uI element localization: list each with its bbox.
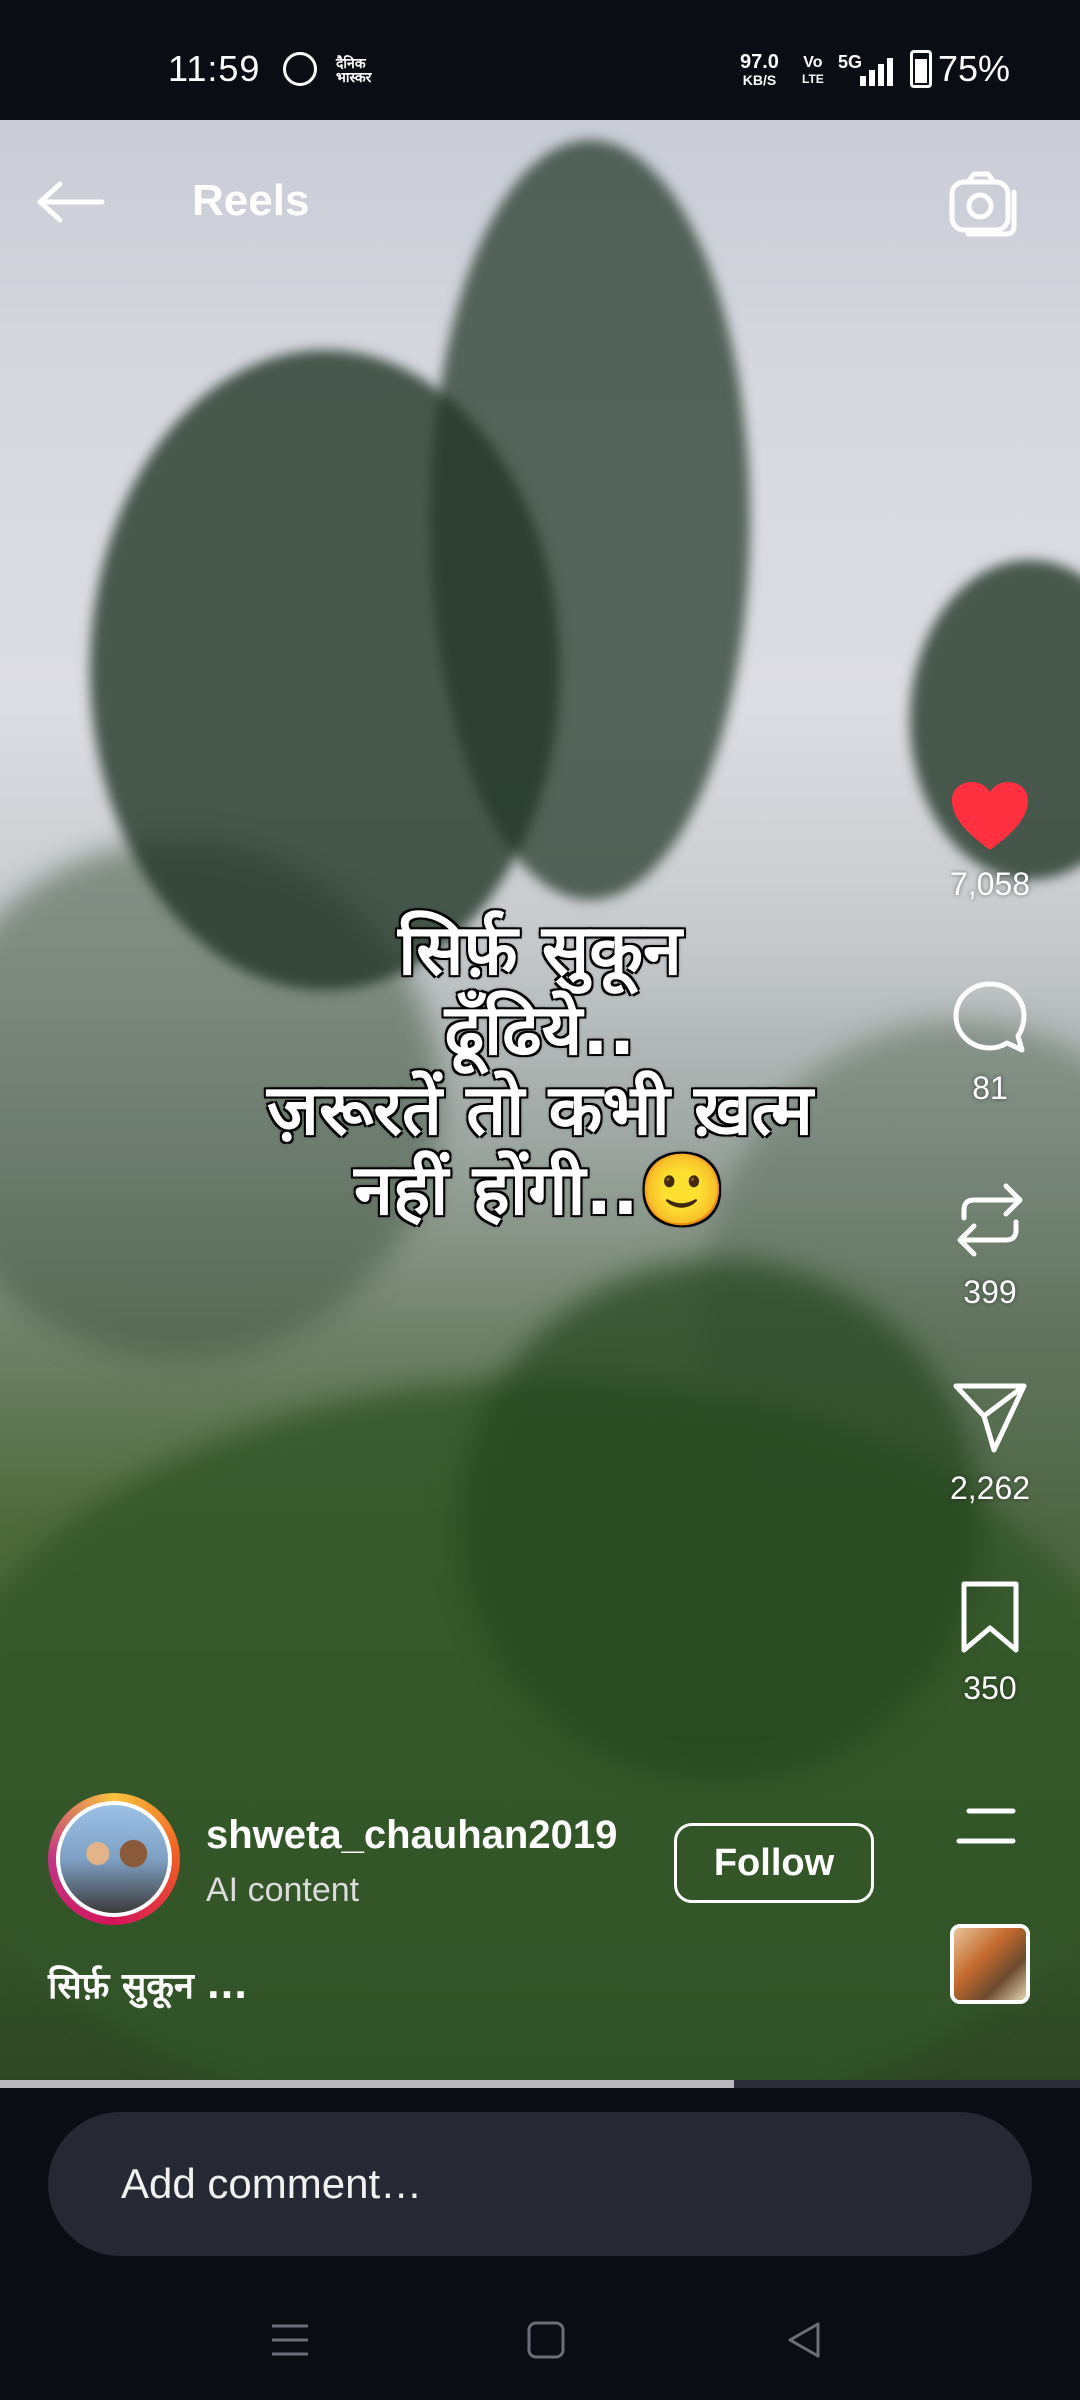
heart-icon <box>952 782 1028 850</box>
comment-count: 81 <box>972 1070 1008 1106</box>
reel-caption[interactable]: सिर्फ़ सुकून ... <box>48 1960 247 2009</box>
send-icon <box>953 1383 1027 1453</box>
avatar <box>56 1801 172 1917</box>
username-link[interactable]: shweta_chauhan2019 <box>206 1813 617 1858</box>
bookmark-icon <box>961 1581 1019 1653</box>
reels-header: Reels <box>0 120 1080 290</box>
remix-button[interactable]: 399 <box>930 1180 1050 1311</box>
share-button[interactable]: 2,262 <box>930 1380 1050 1507</box>
author-row: shweta_chauhan2019 AI content Follow <box>48 1793 948 1933</box>
like-count: 7,058 <box>949 866 1031 902</box>
comment-button[interactable]: 81 <box>930 980 1050 1107</box>
net-speed: 97.0 KB/S <box>740 52 779 88</box>
back-arrow-icon[interactable] <box>36 180 106 224</box>
save-count: 350 <box>963 1670 1017 1706</box>
audio-thumbnail[interactable] <box>950 1924 1030 2004</box>
recent-apps-icon[interactable] <box>268 2320 312 2360</box>
audio-cover-image <box>954 1928 1026 2000</box>
network-type: 5G <box>838 52 863 72</box>
net-speed-value: 97.0 <box>740 51 779 73</box>
remix-count: 399 <box>963 1274 1017 1310</box>
menu-lines-icon[interactable] <box>955 1805 1017 1849</box>
signal-icon <box>860 56 893 86</box>
repost-icon <box>957 1183 1023 1257</box>
net-speed-unit: KB/S <box>742 72 777 88</box>
story-ring[interactable] <box>48 1793 180 1925</box>
like-button[interactable]: 7,058 <box>930 780 1050 903</box>
page-title: Reels <box>192 176 310 225</box>
share-count: 2,262 <box>949 1470 1031 1506</box>
volte-top: Vo <box>803 54 823 71</box>
comment-icon <box>953 981 1027 1053</box>
camera-icon[interactable] <box>948 170 1020 238</box>
reel-overlay-text: सिर्फ़ सुकून ढूँढिये.. ज़रूरतें तो कभी ख… <box>150 910 930 1230</box>
overlay-line: सिर्फ़ सुकून <box>398 909 682 991</box>
status-bar: 11:59 दैनिक भास्कर 97.0 KB/S Vo LTE 5G 7… <box>0 0 1080 120</box>
overlay-line: नहीं होंगी..🙂 <box>354 1149 726 1231</box>
battery-icon <box>910 50 932 88</box>
save-button[interactable]: 350 <box>930 1580 1050 1707</box>
dainik-bhaskar-icon: दैनिक भास्कर <box>336 55 372 85</box>
status-time: 11:59 <box>168 48 261 89</box>
whatsapp-icon <box>283 52 317 86</box>
back-triangle-icon[interactable] <box>784 2320 824 2360</box>
follow-button[interactable]: Follow <box>674 1823 874 1903</box>
video-progress-fill <box>0 2080 735 2088</box>
ai-content-label: AI content <box>206 1871 360 1909</box>
overlay-line: ढूँढिये.. <box>444 989 636 1071</box>
avatar-photo <box>60 1805 168 1913</box>
volte-indicator: Vo LTE <box>802 54 824 86</box>
comment-input[interactable]: Add comment… <box>48 2112 1032 2256</box>
volte-bottom: LTE <box>802 72 824 86</box>
home-icon[interactable] <box>526 2320 566 2360</box>
video-progress-bar[interactable] <box>0 2080 1080 2088</box>
overlay-line: ज़रूरतें तो कभी ख़त्म <box>267 1069 813 1151</box>
system-navigation-bar <box>0 2290 1080 2400</box>
battery-percent: 75% <box>938 48 1011 89</box>
comment-placeholder: Add comment… <box>121 2160 423 2207</box>
